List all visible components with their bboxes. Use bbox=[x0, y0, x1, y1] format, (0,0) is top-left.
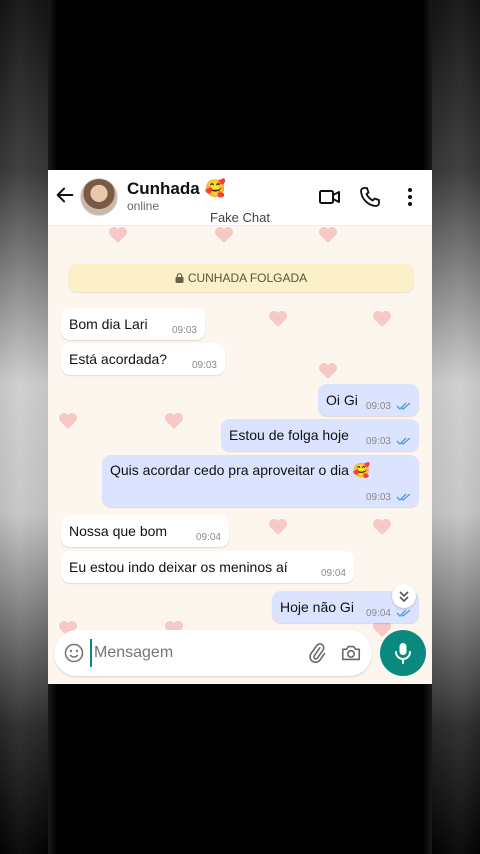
message-text: Estou de folga hoje bbox=[229, 427, 349, 443]
heart-icon bbox=[109, 227, 127, 243]
message-input[interactable] bbox=[90, 639, 290, 667]
message-text: Nossa que bom bbox=[69, 523, 168, 539]
phone-call-icon[interactable] bbox=[358, 185, 382, 209]
message-text: Quis acordar cedo pra aproveitar o dia 🥰 bbox=[110, 462, 371, 478]
contact-name[interactable]: Cunhada 🥰 bbox=[127, 179, 226, 199]
message-bubble[interactable]: Eu estou indo deixar os meninos aí 09:04 bbox=[61, 551, 354, 583]
message-text: Eu estou indo deixar os meninos aí bbox=[69, 559, 288, 575]
video-call-icon[interactable] bbox=[318, 185, 342, 209]
camera-icon[interactable] bbox=[340, 642, 362, 664]
heart-icon bbox=[319, 363, 337, 379]
message-text: Bom dia Lari bbox=[69, 316, 148, 332]
double-check-icon bbox=[396, 402, 411, 410]
message-time: 09:03 bbox=[365, 401, 391, 412]
message-time: 09:04 bbox=[320, 568, 346, 579]
message-text: Oi Gi bbox=[326, 392, 358, 408]
heart-icon bbox=[59, 413, 77, 429]
message-composer bbox=[54, 630, 372, 676]
message-text: Hoje não Gi bbox=[280, 599, 354, 615]
heart-icon bbox=[319, 227, 337, 243]
chat-banner: CUNHADA FOLGADA bbox=[68, 264, 414, 292]
message-time: 09:03 bbox=[171, 325, 197, 336]
blurred-side-right bbox=[432, 0, 480, 854]
chat-header: Cunhada 🥰 online Fake Chat bbox=[48, 170, 432, 226]
message-time: 09:03 bbox=[191, 360, 217, 371]
double-check-icon bbox=[396, 437, 411, 445]
chat-subtitle: Fake Chat bbox=[210, 210, 270, 225]
lock-icon bbox=[175, 273, 184, 283]
message-time: 09:03 bbox=[365, 436, 391, 447]
message-time: 09:04 bbox=[365, 608, 391, 619]
message-bubble[interactable]: Quis acordar cedo pra aproveitar o dia 🥰… bbox=[102, 455, 419, 507]
heart-icon bbox=[269, 311, 287, 327]
voice-message-button[interactable] bbox=[380, 630, 426, 676]
scroll-to-bottom-button[interactable] bbox=[392, 584, 416, 608]
message-bubble[interactable]: Bom dia Lari 09:03 bbox=[61, 308, 205, 340]
chat-screen: Cunhada 🥰 online Fake Chat CUNHADA FOLGA… bbox=[48, 170, 432, 684]
heart-icon bbox=[215, 227, 233, 243]
message-time: 09:03 bbox=[365, 492, 391, 503]
heart-icon bbox=[373, 519, 391, 535]
blurred-side-left bbox=[0, 0, 48, 854]
message-bubble[interactable]: Está acordada? 09:03 bbox=[61, 343, 225, 375]
heart-icon bbox=[165, 413, 183, 429]
heart-icon bbox=[269, 519, 287, 535]
mic-icon bbox=[395, 643, 411, 664]
message-bubble[interactable]: Nossa que bom 09:04 bbox=[61, 515, 229, 547]
more-options-icon[interactable] bbox=[398, 185, 422, 209]
banner-label: CUNHADA FOLGADA bbox=[187, 271, 308, 285]
message-time: 09:04 bbox=[195, 532, 221, 543]
double-check-icon bbox=[396, 609, 411, 617]
heart-icon bbox=[373, 311, 391, 327]
message-bubble[interactable]: Oi Gi 09:03 bbox=[318, 384, 419, 416]
attach-icon[interactable] bbox=[306, 642, 328, 664]
scroll-down-icon bbox=[399, 591, 409, 603]
screen-frame: Cunhada 🥰 online Fake Chat CUNHADA FOLGA… bbox=[0, 0, 480, 854]
emoji-icon[interactable] bbox=[64, 643, 84, 663]
message-text: Está acordada? bbox=[69, 351, 168, 367]
back-arrow-icon[interactable] bbox=[54, 184, 76, 206]
double-check-icon bbox=[396, 493, 411, 501]
message-bubble[interactable]: Estou de folga hoje 09:03 bbox=[221, 419, 419, 451]
